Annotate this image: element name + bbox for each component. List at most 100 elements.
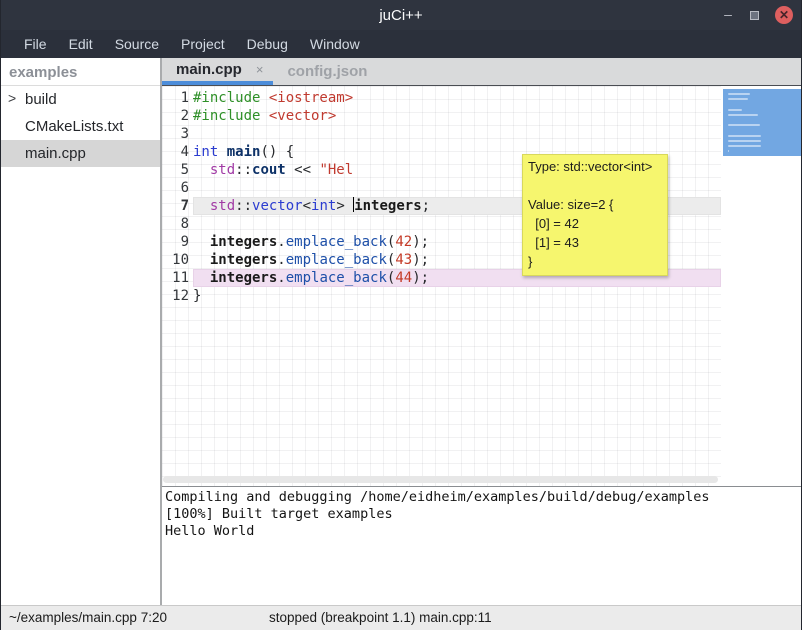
code-line-text[interactable]: #include <iostream> — [193, 89, 721, 107]
minimap-code-line — [728, 145, 761, 147]
code-token-num: 43 — [395, 252, 412, 268]
file-tree: > build CMakeLists.txt main.cpp — [1, 86, 160, 167]
close-button[interactable]: ✕ — [775, 6, 793, 24]
line-number[interactable]: 1 — [162, 89, 192, 107]
code-token-plain: . — [277, 234, 285, 250]
status-file-position: ~/examples/main.cpp 7:20 — [9, 610, 167, 625]
tooltip-line: [1] = 43 — [528, 233, 662, 252]
code-token-plain: . — [277, 270, 285, 286]
code-token-plain: ; — [422, 198, 430, 214]
tree-item-build[interactable]: > build — [1, 86, 160, 113]
line-number[interactable]: 9 — [162, 233, 192, 251]
tree-item-label: CMakeLists.txt — [25, 118, 123, 135]
code-token-fn: main — [227, 144, 261, 160]
code-line-text[interactable]: } — [193, 287, 721, 305]
code-line-text[interactable]: #include <vector> — [193, 107, 721, 125]
output-line: Hello World — [165, 523, 801, 540]
tab-main-cpp[interactable]: main.cpp × — [162, 58, 273, 85]
minimap-code-line — [728, 114, 758, 116]
line-number[interactable]: 10 — [162, 251, 192, 269]
line-number[interactable]: 2 — [162, 107, 192, 125]
code-token-var: integers — [210, 252, 277, 268]
code-token-fn: cout — [252, 162, 286, 178]
line-number[interactable]: 12 — [162, 287, 192, 305]
code-token-plain: :: — [235, 198, 252, 214]
tree-item-main.cpp[interactable]: main.cpp — [1, 140, 160, 167]
code-token-memb: emplace_back — [286, 252, 387, 268]
code-token-memb: emplace_back — [286, 234, 387, 250]
tooltip-line — [528, 176, 662, 195]
line-number[interactable]: 5 — [162, 161, 192, 179]
code-token-str: "Hel — [319, 162, 353, 178]
tree-item-label: main.cpp — [25, 145, 86, 162]
code-token-str: <iostream> — [269, 90, 353, 106]
code-row[interactable]: 3 — [162, 125, 721, 143]
minimap-code-line — [728, 98, 748, 100]
tab-config-json[interactable]: config.json — [273, 58, 377, 85]
code-token-var: integers — [354, 198, 421, 214]
code-token-plain: () { — [260, 144, 294, 160]
status-debug-state: stopped (breakpoint 1.1) main.cpp:11 — [269, 610, 492, 625]
code-token-inc: #include — [193, 108, 269, 124]
horizontal-scrollbar[interactable] — [163, 476, 718, 483]
tab-label: main.cpp — [176, 61, 242, 78]
code-token-var: integers — [210, 234, 277, 250]
code-token-plain — [193, 270, 210, 286]
line-number[interactable]: 4 — [162, 143, 192, 161]
code-token-ns: std — [210, 162, 235, 178]
line-number[interactable]: 3 — [162, 125, 192, 143]
code-token-num: 44 — [395, 270, 412, 286]
tooltip-line: } — [528, 252, 662, 271]
code-row[interactable]: 1#include <iostream> — [162, 89, 721, 107]
code-token-plain: > — [336, 198, 353, 214]
tree-item-label: build — [25, 91, 57, 108]
file-tree-sidebar[interactable]: examples > build CMakeLists.txt main.cpp — [1, 58, 162, 605]
menu-item-window[interactable]: Window — [299, 32, 371, 56]
output-line: [100%] Built target examples — [165, 506, 801, 523]
code-token-plain — [193, 198, 210, 214]
tab-close-icon[interactable]: × — [256, 62, 264, 77]
project-name: examples — [1, 58, 160, 86]
tree-item-cmakelists.txt[interactable]: CMakeLists.txt — [1, 113, 160, 140]
menu-item-file[interactable]: File — [13, 32, 58, 56]
minimap-code-line — [728, 124, 760, 126]
minimize-button[interactable]: – — [722, 9, 734, 21]
window-controls: – ✕ — [722, 0, 793, 30]
code-token-plain: ); — [412, 252, 429, 268]
menu-item-source[interactable]: Source — [104, 32, 170, 56]
tooltip-line: [0] = 42 — [528, 214, 662, 233]
line-number[interactable]: 8 — [162, 215, 192, 233]
line-number[interactable]: 11 — [162, 269, 192, 287]
minimap-code-line — [728, 150, 729, 152]
line-number[interactable]: 7 — [162, 197, 192, 215]
code-token-plain — [193, 234, 210, 250]
restore-button[interactable] — [750, 11, 759, 20]
code-token-type: vector — [252, 198, 303, 214]
tab-bar: main.cpp × config.json — [162, 58, 801, 86]
code-token-plain: ); — [412, 234, 429, 250]
code-token-plain: < — [303, 198, 311, 214]
output-panel[interactable]: Compiling and debugging /home/eidheim/ex… — [162, 486, 801, 605]
tooltip-line: Value: size=2 { — [528, 195, 662, 214]
minimap[interactable] — [721, 86, 801, 486]
minimap-code-line — [728, 140, 761, 142]
title-bar[interactable]: juCi++ – ✕ — [1, 0, 801, 30]
main-area: examples > build CMakeLists.txt main.cpp ma… — [1, 58, 801, 605]
chevron-right-icon[interactable]: > — [8, 90, 16, 106]
code-line-text[interactable] — [193, 125, 721, 143]
code-editor[interactable]: 1#include <iostream>2#include <vector>34… — [162, 86, 801, 486]
tooltip-line: Type: std::vector<int> — [528, 157, 662, 176]
code-row[interactable]: 2#include <vector> — [162, 107, 721, 125]
menu-item-debug[interactable]: Debug — [236, 32, 299, 56]
code-token-plain — [193, 252, 210, 268]
line-number[interactable]: 6 — [162, 179, 192, 197]
menu-item-edit[interactable]: Edit — [58, 32, 104, 56]
editor-column: main.cpp × config.json 1#include <iostream… — [162, 58, 801, 605]
code-token-var: integers — [210, 270, 277, 286]
menu-bar: FileEditSourceProjectDebugWindow — [1, 30, 801, 58]
menu-item-project[interactable]: Project — [170, 32, 236, 56]
minimap-viewport[interactable] — [723, 89, 801, 156]
code-token-plain — [218, 144, 226, 160]
code-row[interactable]: 12} — [162, 287, 721, 305]
code-token-ns: std — [210, 198, 235, 214]
